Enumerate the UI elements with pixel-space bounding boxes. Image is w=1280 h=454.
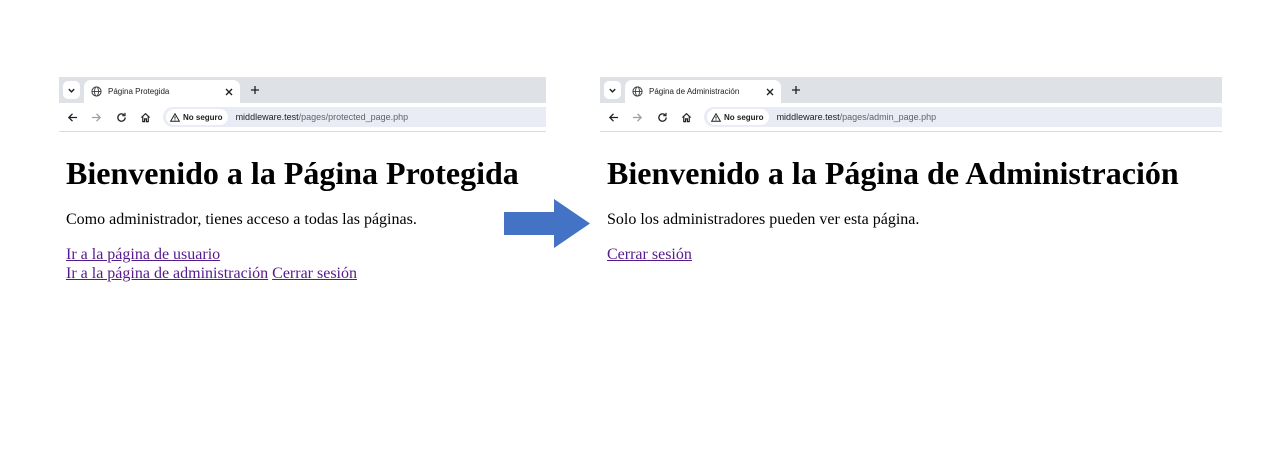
chevron-down-icon: [609, 88, 616, 93]
tab-search-button[interactable]: [604, 81, 621, 99]
page-paragraph: Como administrador, tienes acceso a toda…: [66, 211, 417, 228]
url-text: middleware.test/pages/admin_page.php: [777, 112, 937, 122]
forward-arrow-icon[interactable]: [90, 111, 102, 123]
url-text: middleware.test/pages/protected_page.php: [236, 112, 409, 122]
links-block: Ir a la página de usuario Ir a la página…: [66, 245, 357, 283]
home-icon[interactable]: [680, 111, 692, 123]
url-path: /pages/admin_page.php: [839, 112, 937, 122]
admin-page-link[interactable]: Ir a la página de administración: [66, 265, 268, 282]
close-icon[interactable]: [224, 87, 234, 97]
tab-active[interactable]: Página Protegida: [84, 80, 240, 103]
security-chip[interactable]: No seguro: [707, 109, 769, 125]
back-arrow-icon[interactable]: [607, 111, 619, 123]
browser-window-right: Página de Administración No seguro middl…: [600, 77, 1222, 263]
links-block: Cerrar sesión: [607, 245, 692, 264]
security-chip-label: No seguro: [183, 112, 223, 122]
tab-bar: Página de Administración: [600, 77, 1222, 103]
home-icon[interactable]: [139, 111, 151, 123]
forward-arrow-icon[interactable]: [631, 111, 643, 123]
reload-icon[interactable]: [115, 111, 127, 123]
back-arrow-icon[interactable]: [66, 111, 78, 123]
security-chip[interactable]: No seguro: [166, 109, 228, 125]
tab-active[interactable]: Página de Administración: [625, 80, 781, 103]
toolbar: No seguro middleware.test/pages/protecte…: [59, 103, 546, 132]
browser-window-left: Página Protegida No seguro middleware.te…: [59, 77, 546, 282]
address-bar[interactable]: No seguro middleware.test/pages/admin_pa…: [704, 107, 1222, 127]
page-heading: Bienvenido a la Página de Administración: [607, 155, 1179, 191]
url-host: middleware.test: [776, 112, 840, 122]
tab-title: Página de Administración: [649, 87, 740, 96]
warning-triangle-icon: [711, 112, 721, 122]
globe-icon: [91, 86, 102, 97]
logout-link[interactable]: Cerrar sesión: [607, 246, 692, 263]
tab-title: Página Protegida: [108, 87, 170, 96]
warning-triangle-icon: [170, 112, 180, 122]
globe-icon: [632, 86, 643, 97]
toolbar: No seguro middleware.test/pages/admin_pa…: [600, 103, 1222, 132]
chevron-down-icon: [68, 88, 75, 93]
page-paragraph: Solo los administradores pueden ver esta…: [607, 211, 920, 228]
plus-icon[interactable]: [789, 83, 802, 96]
url-path: /pages/protected_page.php: [298, 112, 409, 122]
tab-search-button[interactable]: [63, 81, 80, 99]
tab-bar: Página Protegida: [59, 77, 546, 103]
page-heading: Bienvenido a la Página Protegida: [66, 155, 519, 191]
address-bar[interactable]: No seguro middleware.test/pages/protecte…: [163, 107, 546, 127]
security-chip-label: No seguro: [724, 112, 764, 122]
url-host: middleware.test: [235, 112, 299, 122]
user-page-link[interactable]: Ir a la página de usuario: [66, 246, 220, 263]
close-icon[interactable]: [765, 87, 775, 97]
plus-icon[interactable]: [248, 83, 261, 96]
reload-icon[interactable]: [656, 111, 668, 123]
right-arrow-icon: [504, 199, 590, 248]
logout-link[interactable]: Cerrar sesión: [272, 265, 357, 282]
